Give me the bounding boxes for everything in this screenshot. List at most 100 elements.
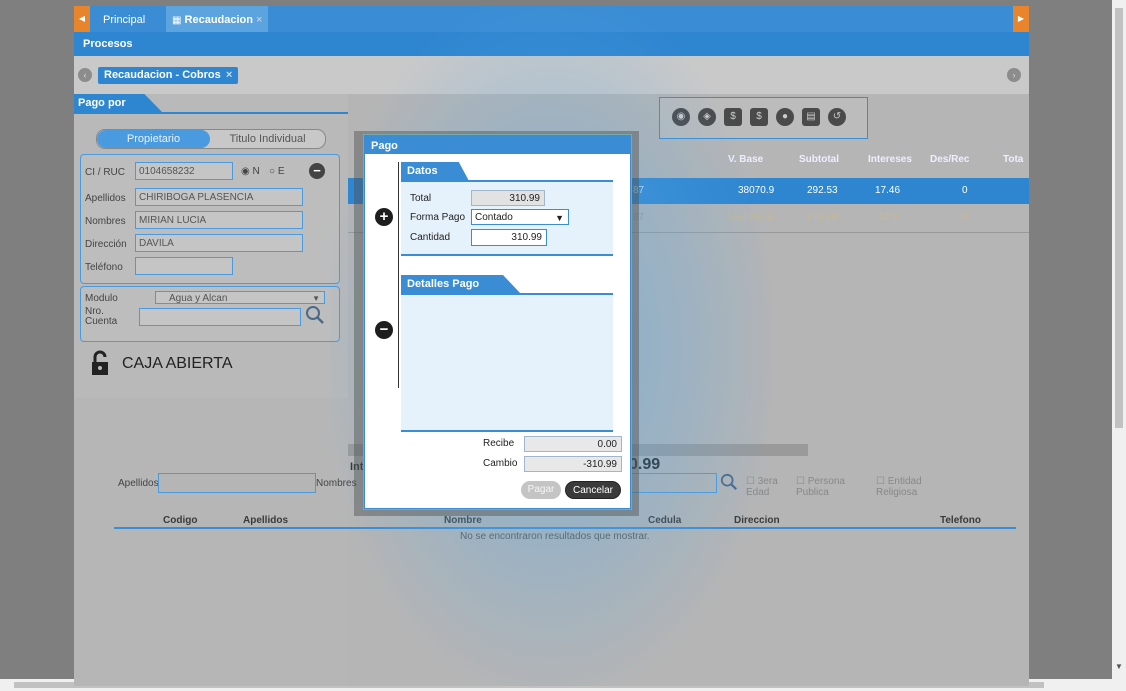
cancelar-button[interactable]: Cancelar	[565, 481, 621, 499]
apellidos-label: Apellidos	[85, 193, 126, 204]
telefono-label: Teléfono	[85, 262, 123, 273]
col-telefono: Telefono	[940, 515, 981, 526]
lock-open-icon	[90, 350, 110, 376]
search-icon[interactable]	[305, 305, 325, 325]
grid-icon: ▦	[172, 15, 182, 26]
col-nombre: Nombre	[444, 515, 482, 526]
search-icon[interactable]	[720, 473, 738, 491]
calculator-icon[interactable]: ▤	[802, 108, 820, 126]
chevron-down-icon: ▼	[312, 294, 320, 303]
col-total: Tota	[1003, 154, 1024, 165]
search-apellidos-label: Apellidos	[118, 478, 159, 489]
toggle-propietario[interactable]: Propietario	[97, 130, 210, 148]
minus-circle-icon[interactable]: −	[375, 321, 393, 339]
top-tab-bar: ◀ Principal ▦ Recaudacion × ▶	[74, 6, 1029, 32]
row-subtotal: 216.28	[807, 212, 838, 223]
tab-close-icon[interactable]: ×	[256, 14, 262, 26]
direccion-input[interactable]: DAVILA	[135, 234, 303, 252]
left-panel: Pago por Propietario Titulo Individual C…	[74, 94, 349, 398]
caja-status: CAJA ABIERTA	[122, 355, 233, 372]
minus-circle-icon[interactable]: −	[309, 163, 325, 179]
datos-header: Datos	[401, 162, 469, 181]
total-field: 310.99	[471, 190, 545, 206]
telefono-input[interactable]	[135, 257, 233, 275]
row-subtotal: 292.53	[807, 185, 838, 196]
tab-recaudacion[interactable]: ▦ Recaudacion ×	[166, 6, 269, 32]
cambio-field: -310.99	[524, 456, 622, 472]
divider	[114, 527, 1016, 529]
radio-n[interactable]: ◉ N	[241, 166, 260, 177]
owner-type-toggle[interactable]: Propietario Titulo Individual	[96, 129, 326, 149]
nav-next-icon[interactable]: ›	[1007, 68, 1021, 82]
row-desrec: 0	[962, 185, 968, 196]
pago-por-header: Pago por	[74, 94, 162, 112]
checkbox-entidad-religiosa[interactable]: ☐ Entidad Religiosa	[876, 476, 946, 498]
tab-scroll-right-icon[interactable]: ▶	[1013, 6, 1029, 32]
vertical-scrollbar[interactable]: ▼	[1112, 0, 1126, 691]
apellidos-input[interactable]: CHIRIBOGA PLASENCIA	[135, 188, 303, 206]
action-toolbar: ◉ ◈ $ $ ● ▤ ↺	[659, 97, 868, 139]
col-apellidos: Apellidos	[243, 515, 289, 526]
document-money-icon[interactable]: $	[724, 108, 742, 126]
nombres-input[interactable]: MIRIAN LUCIA	[135, 211, 303, 229]
checkbox-persona-publica[interactable]: ☐ Persona Publica	[796, 476, 868, 498]
radio-e-label: E	[277, 166, 285, 177]
scroll-down-arrow-icon[interactable]: ▼	[1115, 662, 1123, 671]
forma-pago-value: Contado	[475, 212, 513, 223]
modulo-select[interactable]: Agua y Alcan ▼	[155, 291, 325, 304]
pago-dialog: Pago Datos + Total 310.99 Forma Pago Con…	[364, 135, 631, 509]
nro-cuenta-input[interactable]	[139, 308, 301, 326]
modulo-label: Modulo	[85, 293, 118, 304]
detalles-pago-list	[401, 295, 613, 432]
col-cedula: Cedula	[648, 515, 682, 526]
radio-e[interactable]: ○ E	[269, 166, 285, 177]
tab-recaudacion-label: Recaudacion	[184, 14, 253, 26]
empty-results-message: No se encontraron resultados que mostrar…	[460, 531, 650, 542]
search-nombres-label: Nombres	[316, 478, 357, 489]
divider	[398, 162, 399, 388]
subtab-close-icon[interactable]: ×	[226, 69, 232, 81]
toggle-titulo-individual[interactable]: Titulo Individual	[210, 130, 325, 148]
col-desrec: Des/Rec	[930, 154, 970, 165]
tab-principal[interactable]: Principal	[103, 6, 145, 32]
checkbox-label: 3era Edad	[746, 476, 778, 498]
tab-scroll-left-icon[interactable]: ◀	[74, 6, 90, 32]
row-intereses: 12.9	[878, 212, 898, 223]
owner-fields-box: CI / RUC 0104658232 ◉ N ○ E − Apellidos …	[80, 154, 340, 284]
nav-prev-icon[interactable]: ‹	[78, 68, 92, 82]
search-apellidos-input[interactable]	[158, 473, 316, 493]
subtab-row: ‹ Recaudacion - Cobros × ›	[74, 56, 1029, 94]
total-label: Total	[410, 193, 432, 204]
nro-cuenta-label: Nro. Cuenta	[85, 306, 118, 327]
radio-n-label: N	[252, 166, 260, 177]
bag-icon[interactable]: ●	[776, 108, 794, 126]
checkbox-label: Entidad Religiosa	[876, 476, 922, 498]
pagar-button[interactable]: Pagar	[521, 481, 561, 499]
recibe-field[interactable]: 0.00	[524, 436, 622, 452]
subtab-recaudacion-cobros[interactable]: Recaudacion - Cobros ×	[98, 67, 239, 84]
money-icon[interactable]: $	[750, 108, 768, 126]
cantidad-label: Cantidad	[410, 232, 451, 243]
checkbox-tercera-edad[interactable]: ☐ 3era Edad	[746, 476, 796, 498]
account-fields-box: Modulo Agua y Alcan ▼ Nro. Cuenta	[80, 286, 340, 342]
cantidad-input[interactable]: 310.99	[471, 229, 547, 246]
ci-label: CI / RUC	[85, 167, 125, 178]
tags-icon[interactable]: ◈	[698, 108, 716, 126]
recibe-label: Recibe	[483, 438, 515, 449]
row-vbase: 144173.14	[726, 212, 774, 223]
eye-icon[interactable]: ◉	[672, 108, 690, 126]
dialog-title: Pago	[365, 136, 630, 154]
ci-input[interactable]: 0104658232	[135, 162, 233, 180]
col-codigo: Codigo	[163, 515, 198, 526]
direccion-label: Dirección	[85, 239, 127, 250]
history-icon[interactable]: ↺	[828, 108, 846, 126]
cambio-label: Cambio	[483, 458, 518, 469]
search-cedula-input[interactable]	[629, 473, 717, 493]
divider	[74, 112, 348, 114]
forma-pago-select[interactable]: Contado ▼	[471, 209, 569, 225]
col-vbase: V. Base	[728, 154, 764, 165]
row-desrec: 0	[962, 212, 968, 223]
plus-circle-icon[interactable]: +	[375, 208, 393, 226]
procesos-header: Procesos	[74, 32, 1029, 56]
vertical-scroll-thumb[interactable]	[1115, 8, 1123, 428]
